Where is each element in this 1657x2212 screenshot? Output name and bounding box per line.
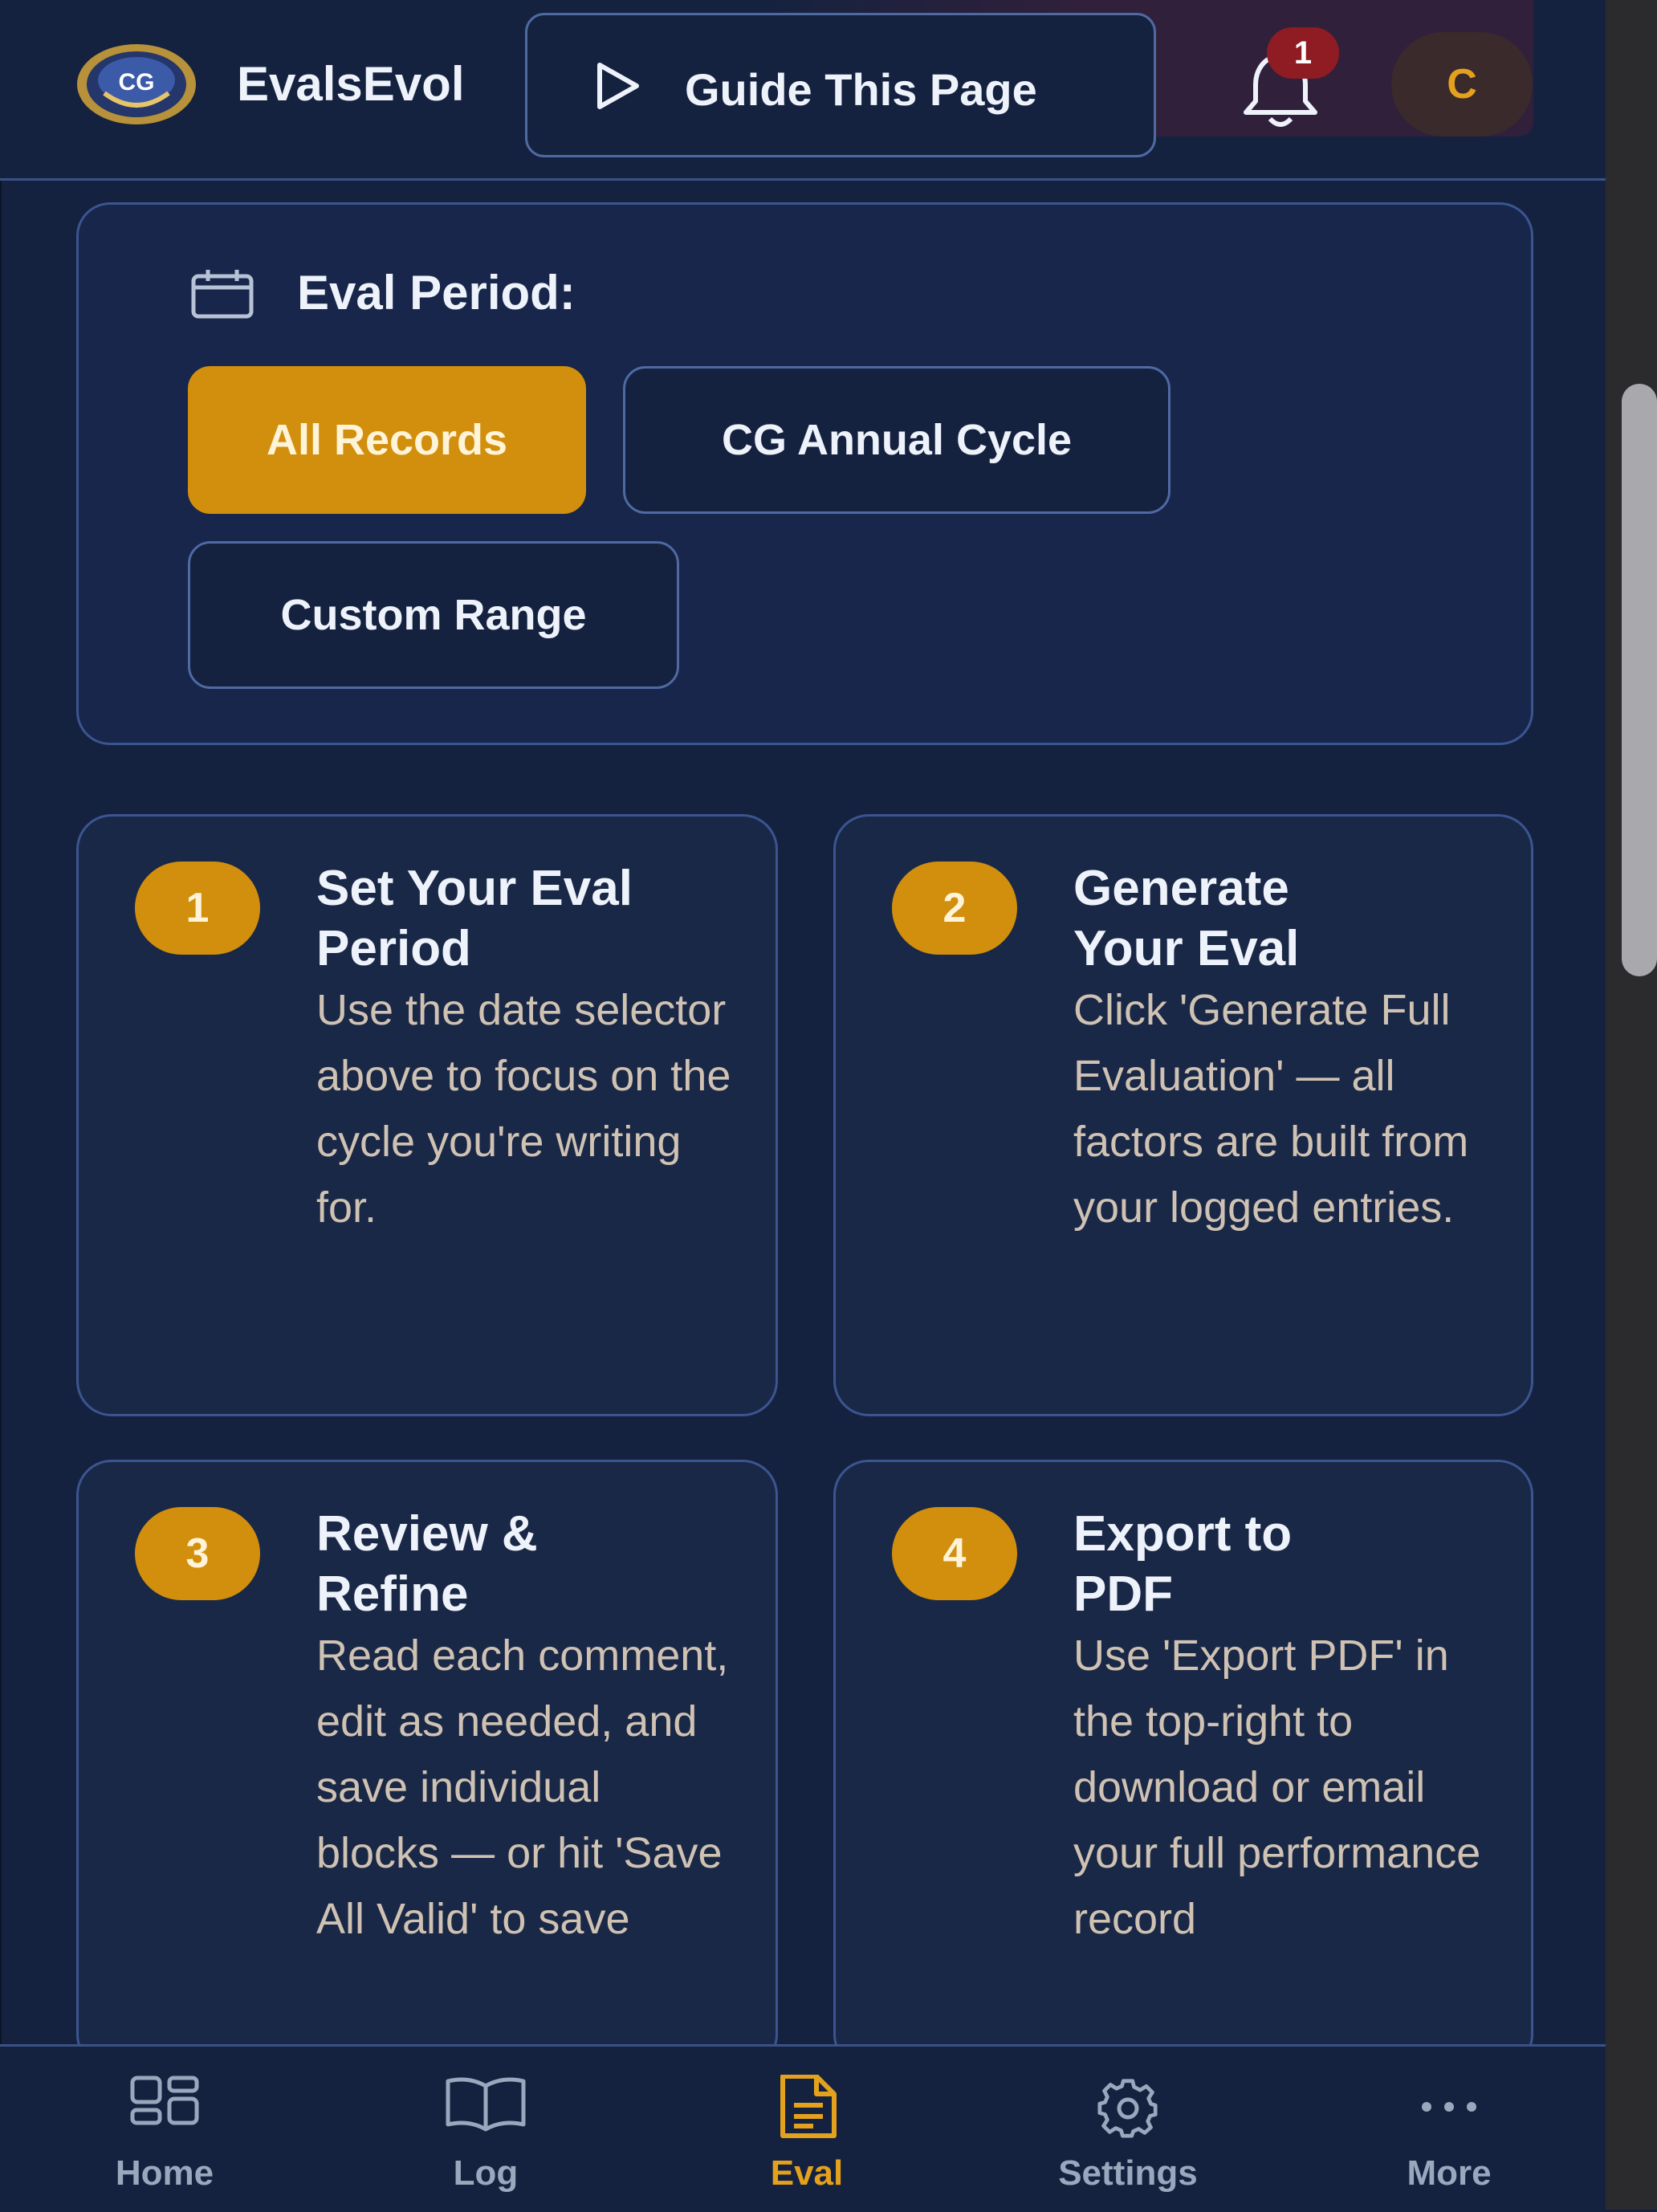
nav-item-home[interactable]: Home (44, 2075, 285, 2195)
step-title: Set Your Eval Period (316, 861, 633, 976)
step-title: Export to PDF (1073, 1506, 1293, 1622)
play-icon (597, 63, 639, 109)
book-icon (446, 2077, 526, 2132)
nav-item-settings[interactable]: Settings (1008, 2075, 1248, 2195)
period-option-cg-annual-cycle[interactable]: CG Annual Cycle (623, 366, 1170, 514)
scrollbar-track[interactable] (1606, 0, 1657, 2210)
eval-period-label: Eval Period: (297, 266, 576, 320)
step-title: Review & Refine (316, 1506, 538, 1622)
scrollbar-thumb[interactable] (1622, 384, 1657, 976)
calendar-icon (191, 270, 254, 319)
svg-text:CG: CG (119, 69, 155, 96)
step-description: Use 'Export PDF' in the top-right to dow… (1073, 1632, 1481, 1943)
step-number-badge: 1 (135, 862, 260, 955)
app-brand-name: EvalsEvol (237, 57, 465, 111)
ellipsis-icon (1422, 2102, 1476, 2112)
step-description: Click 'Generate Full Evaluation' — all f… (1073, 986, 1469, 1232)
nav-item-eval[interactable]: Eval (686, 2075, 927, 2195)
nav-label: Settings (1058, 2153, 1198, 2193)
grid-icon (130, 2076, 199, 2125)
document-icon (780, 2075, 837, 2138)
gear-icon (1097, 2079, 1158, 2138)
nav-label: More (1407, 2153, 1492, 2193)
step-card-2: 2 Generate Your Eval Click 'Generate Ful… (833, 814, 1533, 1416)
nav-label: Log (453, 2153, 519, 2193)
step-title: Generate Your Eval (1073, 861, 1300, 976)
guide-button-label: Guide This Page (685, 64, 1037, 115)
step-description: Read each comment, edit as needed, and s… (316, 1632, 729, 1943)
step-number-badge: 4 (892, 1507, 1017, 1600)
step-card-4: 4 Export to PDF Use 'Export PDF' in the … (833, 1460, 1533, 2070)
nav-item-log[interactable]: Log (365, 2075, 606, 2195)
user-avatar[interactable]: C (1391, 32, 1533, 136)
notification-badge: 1 (1267, 27, 1339, 79)
step-description: Use the date selector above to focus on … (316, 986, 731, 1232)
nav-label: Home (115, 2153, 214, 2193)
app-logo: CG (77, 44, 196, 124)
step-card-1: 1 Set Your Eval Period Use the date sele… (76, 814, 778, 1416)
step-number-badge: 3 (135, 1507, 260, 1600)
period-option-all-records[interactable]: All Records (188, 366, 586, 514)
guide-this-page-button[interactable]: Guide This Page (525, 13, 1156, 157)
nav-item-more[interactable]: More (1329, 2075, 1569, 2195)
nav-label: Eval (770, 2153, 844, 2193)
period-option-custom-range[interactable]: Custom Range (188, 541, 679, 689)
step-card-3: 3 Review & Refine Read each comment, edi… (76, 1460, 778, 2070)
step-number-badge: 2 (892, 862, 1017, 955)
